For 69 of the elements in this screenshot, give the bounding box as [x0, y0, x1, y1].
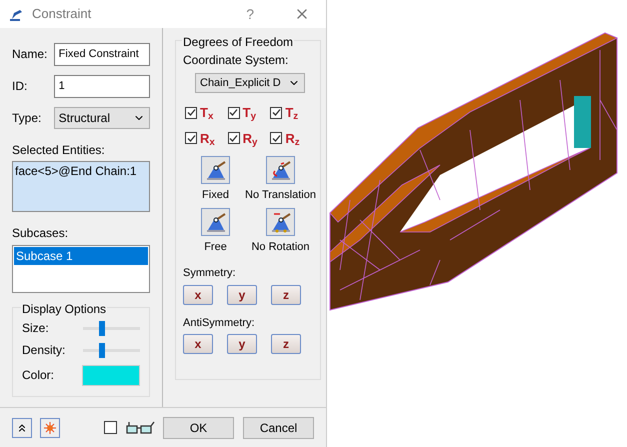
support-icon: [270, 210, 292, 232]
slider-label: Size:: [22, 320, 50, 337]
check-icon: [229, 134, 238, 143]
input-field[interactable]: 1: [54, 74, 150, 98]
support-icon: [204, 159, 226, 181]
burst-icon: [44, 422, 56, 434]
preset-label: No Translation: [245, 188, 316, 203]
subcases-list[interactable]: Subcase 1: [12, 245, 150, 293]
color-label: Color:: [22, 367, 56, 384]
color-swatch[interactable]: [82, 364, 140, 386]
checkbox[interactable]: [270, 132, 282, 144]
input-field[interactable]: Fixed Constraint: [54, 42, 150, 66]
dof-label: T$_{x}$: [200, 104, 214, 122]
type-dropdown[interactable]: Structural: [54, 107, 150, 129]
entity-item[interactable]: face<5>@End Chain:1: [15, 162, 147, 180]
checkbox[interactable]: [270, 106, 282, 119]
field-label: Type:: [12, 110, 42, 127]
dof-label: T$_{y}$: [242, 104, 256, 122]
axis-button[interactable]: z: [271, 334, 301, 354]
axis-button[interactable]: z: [271, 284, 301, 304]
coordinate-system-dropdown[interactable]: Chain_Explicit D: [195, 73, 305, 93]
preset-label: Free: [204, 240, 227, 254]
preset-button[interactable]: [201, 156, 230, 184]
check-icon: [272, 108, 281, 118]
checkbox[interactable]: [104, 421, 117, 434]
support-icon: [270, 159, 292, 181]
checkbox[interactable]: [185, 132, 197, 144]
selected-entities-label: Selected Entities:: [12, 142, 106, 159]
slider-label: Density:: [22, 342, 66, 359]
check-icon: [272, 134, 281, 143]
preset-button[interactable]: [266, 208, 295, 236]
preset-label: No Rotation: [251, 240, 310, 254]
field-label: Name:: [12, 46, 48, 63]
dof-label: R$_{x}$: [200, 130, 215, 148]
subcase-item[interactable]: Subcase 1: [14, 247, 148, 265]
window-title: Constraint: [32, 5, 92, 24]
preset-label: Fixed: [202, 188, 229, 203]
slider-thumb[interactable]: [98, 320, 105, 336]
check-icon: [186, 134, 196, 143]
axis-button[interactable]: y: [227, 284, 257, 304]
subcases-label: Subcases:: [12, 225, 70, 242]
chevrons-up-icon: [16, 422, 28, 434]
field-label: ID:: [12, 78, 28, 95]
slider-thumb[interactable]: [98, 342, 105, 358]
checkbox[interactable]: [185, 106, 197, 119]
checkbox[interactable]: [228, 132, 240, 144]
dialog-button[interactable]: OK: [163, 416, 234, 438]
burst-button[interactable]: [40, 418, 60, 438]
support-icon: [204, 210, 226, 232]
preset-button[interactable]: [201, 208, 230, 236]
check-icon: [229, 108, 238, 118]
dof-label: R$_{z}$: [285, 130, 300, 148]
preset-button[interactable]: [266, 156, 295, 184]
coordinate-system-label: Coordinate System:: [183, 52, 290, 69]
collapse-button[interactable]: [12, 418, 32, 438]
help-button[interactable]: ?: [246, 4, 254, 24]
dialog-button[interactable]: Cancel: [243, 416, 314, 438]
check-icon: [186, 108, 196, 118]
checkbox[interactable]: [228, 106, 240, 119]
dof-label: T$_{z}$: [285, 104, 298, 122]
axis-button[interactable]: x: [183, 334, 213, 354]
symmetry-label: Symmetry:: [183, 266, 237, 281]
glasses-icon: [125, 420, 155, 434]
dof-label: R$_{y}$: [242, 130, 258, 148]
axis-button[interactable]: x: [183, 284, 213, 304]
axis-button[interactable]: y: [227, 334, 257, 354]
symmetry-label: AntiSymmetry:: [183, 316, 256, 330]
robot-arm-icon: [8, 7, 24, 21]
entities-list[interactable]: face<5>@End Chain:1: [12, 161, 150, 212]
